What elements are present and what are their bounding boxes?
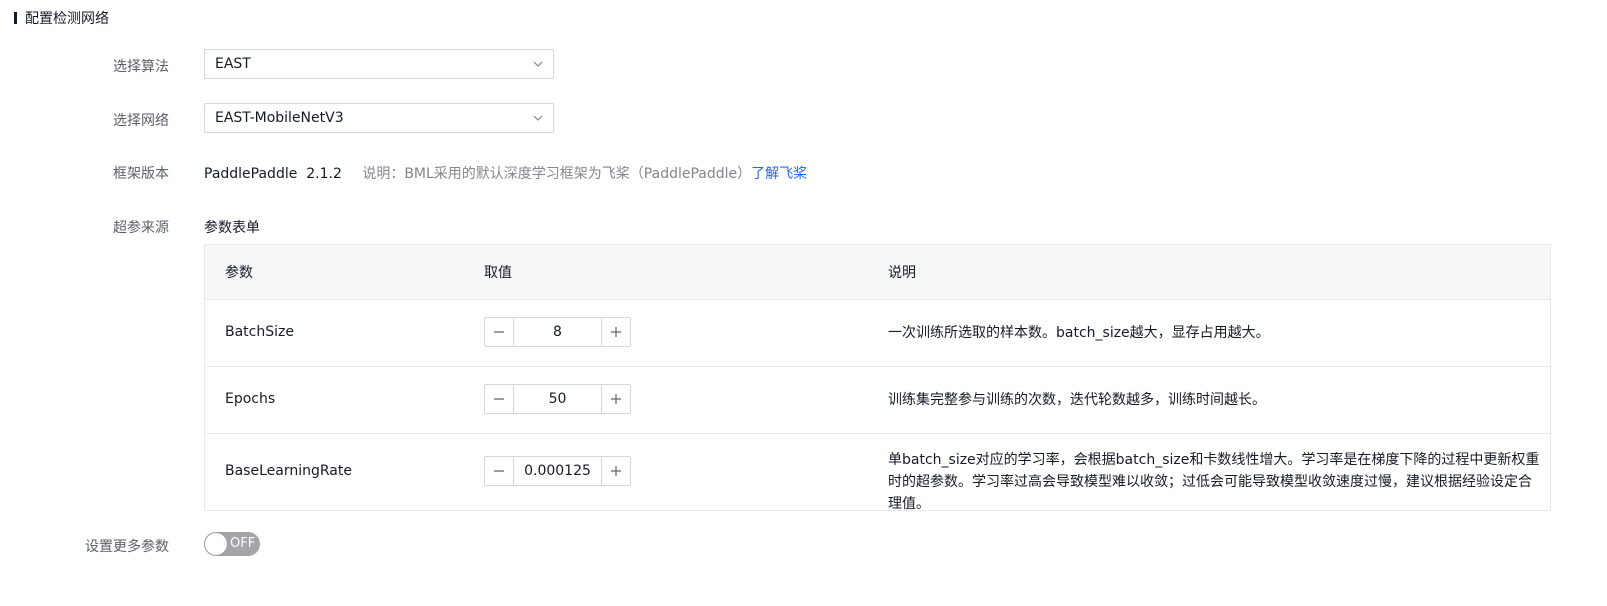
toggle-state-text: OFF — [230, 536, 256, 551]
toggle-knob — [205, 533, 227, 555]
learning-rate-stepper — [484, 456, 631, 486]
decrement-button[interactable] — [485, 385, 514, 413]
param-desc: 单batch_size对应的学习率，会根据batch_size和卡数线性增大。学… — [888, 452, 1540, 512]
learn-paddle-link[interactable]: 了解飞桨 — [751, 166, 807, 182]
epochs-stepper — [484, 384, 631, 414]
plus-icon — [611, 466, 621, 476]
params-table: 参数 取值 说明 BatchSize 一次训练所选取的样本数。batch_siz… — [204, 244, 1551, 512]
batchsize-stepper — [484, 317, 631, 347]
param-desc: 一次训练所选取的样本数。batch_size越大，显存占用越大。 — [888, 325, 1270, 341]
table-row: BaseLearningRate 单batch_size对应的学习率，会根据ba… — [205, 434, 1550, 512]
framework-label: 框架版本 — [113, 166, 169, 182]
framework-note: 说明：BML采用的默认深度学习框架为飞桨（PaddlePaddle） — [362, 166, 752, 182]
header-param: 参数 — [225, 265, 253, 281]
learning-rate-input[interactable] — [514, 457, 601, 485]
increment-button[interactable] — [601, 318, 630, 346]
hyperparam-label: 超参来源 — [113, 220, 169, 236]
param-name: Epochs — [225, 391, 276, 407]
header-desc: 说明 — [888, 265, 916, 281]
section-title: 配置检测网络 — [14, 9, 109, 27]
algorithm-select-value: EAST — [215, 56, 251, 72]
increment-button[interactable] — [601, 385, 630, 413]
section-title-bar — [14, 12, 17, 24]
table-header: 参数 取值 说明 — [205, 245, 1550, 300]
more-params-toggle[interactable]: OFF — [204, 532, 260, 556]
header-value: 取值 — [484, 265, 512, 281]
plus-icon — [611, 394, 621, 404]
table-row: Epochs 训练集完整参与训练的次数，迭代轮数越多，训练时间越长。 — [205, 367, 1550, 434]
table-row: BatchSize 一次训练所选取的样本数。batch_size越大，显存占用越… — [205, 300, 1550, 367]
decrement-button[interactable] — [485, 318, 514, 346]
plus-icon — [611, 327, 621, 337]
network-select[interactable]: EAST-MobileNetV3 — [204, 103, 554, 133]
batchsize-input[interactable] — [514, 318, 601, 346]
chevron-down-icon — [533, 115, 543, 121]
hyperparam-source: 参数表单 — [204, 220, 260, 236]
framework-row: PaddlePaddle 2.1.2 说明：BML采用的默认深度学习框架为飞桨（… — [204, 163, 807, 183]
epochs-input[interactable] — [514, 385, 601, 413]
minus-icon — [494, 398, 504, 400]
more-params-label: 设置更多参数 — [85, 539, 169, 555]
decrement-button[interactable] — [485, 457, 514, 485]
increment-button[interactable] — [601, 457, 630, 485]
chevron-down-icon — [533, 61, 543, 67]
param-name: BatchSize — [225, 324, 294, 340]
network-label: 选择网络 — [113, 113, 169, 129]
algorithm-select[interactable]: EAST — [204, 49, 554, 79]
network-select-value: EAST-MobileNetV3 — [215, 110, 344, 126]
param-name: BaseLearningRate — [225, 463, 352, 479]
minus-icon — [494, 331, 504, 333]
algorithm-label: 选择算法 — [113, 59, 169, 75]
param-desc: 训练集完整参与训练的次数，迭代轮数越多，训练时间越长。 — [888, 392, 1266, 408]
section-title-text: 配置检测网络 — [25, 11, 109, 27]
minus-icon — [494, 470, 504, 472]
framework-version: PaddlePaddle 2.1.2 — [204, 166, 342, 182]
